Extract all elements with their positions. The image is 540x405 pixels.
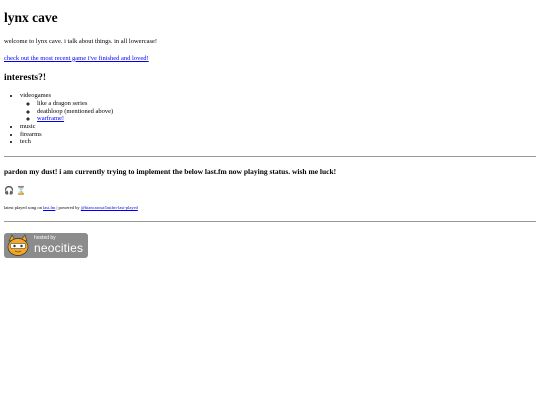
interest-item-firearms: firearms — [20, 131, 536, 139]
neocities-badge[interactable]: hosted by neocities — [4, 232, 88, 258]
dust-notice: pardon my dust! i am currently trying to… — [4, 167, 337, 177]
page-title: lynx cave — [4, 10, 58, 25]
sub-item-deathloop: deathloop (mentioned above) — [37, 108, 536, 116]
interest-item-music: music — [20, 123, 536, 131]
interest-item-videogames: videogames like a dragon series deathloo… — [20, 92, 536, 123]
neocities-cat-icon — [7, 234, 29, 256]
sub-item-like-a-dragon: like a dragon series — [37, 100, 536, 108]
lastfm-widget-link[interactable]: @biancarosa/lastfm-last-played — [81, 205, 138, 210]
badge-brand: neocities — [34, 240, 84, 255]
recent-game-link[interactable]: check out the most recent game i've fini… — [4, 55, 149, 62]
divider-bottom — [4, 220, 536, 222]
divider-top — [4, 156, 536, 158]
interest-label: videogames — [20, 92, 52, 100]
recent-game-paragraph: check out the most recent game i've fini… — [4, 55, 536, 63]
lastfm-link[interactable]: last.fm — [43, 205, 55, 210]
lastfm-credit-line: latest played song on last.fm | powered … — [4, 205, 536, 211]
warframe-link[interactable]: warframe! — [37, 115, 64, 122]
interests-list: videogames like a dragon series deathloo… — [4, 92, 536, 146]
now-playing-status: 🎧 ⌛ — [4, 186, 26, 196]
credit-prefix: latest played song on — [4, 205, 42, 211]
welcome-text: welcome to lynx cave. i talk about thing… — [4, 38, 158, 46]
credit-separator: | powered by — [56, 205, 80, 211]
interests-heading: interests?! — [4, 73, 47, 84]
sub-item-warframe: warframe! — [37, 115, 536, 123]
interest-item-tech: tech — [20, 138, 536, 146]
page-body: lynx cave welcome to lynx cave. i talk a… — [0, 0, 540, 263]
videogames-sublist: like a dragon series deathloop (mentione… — [20, 100, 536, 123]
